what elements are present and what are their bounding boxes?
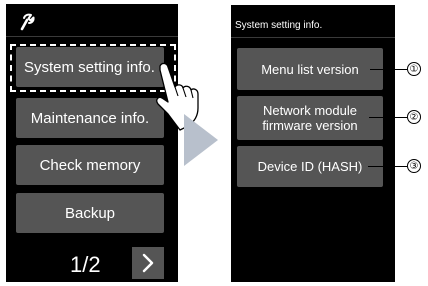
transition-arrow-icon [184, 114, 218, 166]
backup-label: Backup [64, 204, 116, 222]
system-setting-info-label: System setting info. [24, 58, 155, 76]
network-module-firmware-version-button[interactable]: Network module firmware version [237, 96, 383, 140]
menu-list-version-label: Menu list version [261, 61, 359, 77]
device-id-label: Device ID (HASH) [257, 159, 363, 174]
callout-1: ① [407, 62, 421, 76]
chevron-right-icon [142, 253, 154, 273]
device-id-button[interactable]: Device ID (HASH) [237, 146, 383, 187]
right-screen: System setting info. Menu list version N… [231, 5, 395, 282]
header-divider [6, 36, 178, 37]
callout-line-3 [368, 166, 407, 167]
wrench-icon [20, 13, 35, 31]
callout-line-1 [370, 69, 407, 70]
next-page-button[interactable] [132, 247, 164, 279]
network-module-firmware-version-label: Network module firmware version [262, 103, 358, 133]
maintenance-info-button[interactable]: Maintenance info. [16, 98, 164, 138]
check-memory-label: Check memory [39, 156, 141, 174]
check-memory-button[interactable]: Check memory [16, 145, 164, 185]
menu-list-version-button[interactable]: Menu list version [237, 48, 383, 90]
screen-title: System setting info. [235, 20, 323, 31]
system-setting-info-button[interactable]: System setting info. [16, 47, 164, 87]
callout-2: ② [407, 110, 421, 124]
backup-button[interactable]: Backup [16, 193, 164, 233]
maintenance-info-label: Maintenance info. [30, 109, 150, 127]
header-divider [231, 37, 395, 38]
callout-3: ③ [407, 159, 421, 173]
page-indicator: 1/2 [70, 252, 101, 277]
left-screen: System setting info. Maintenance info. C… [6, 4, 178, 282]
callout-line-2 [369, 117, 407, 118]
